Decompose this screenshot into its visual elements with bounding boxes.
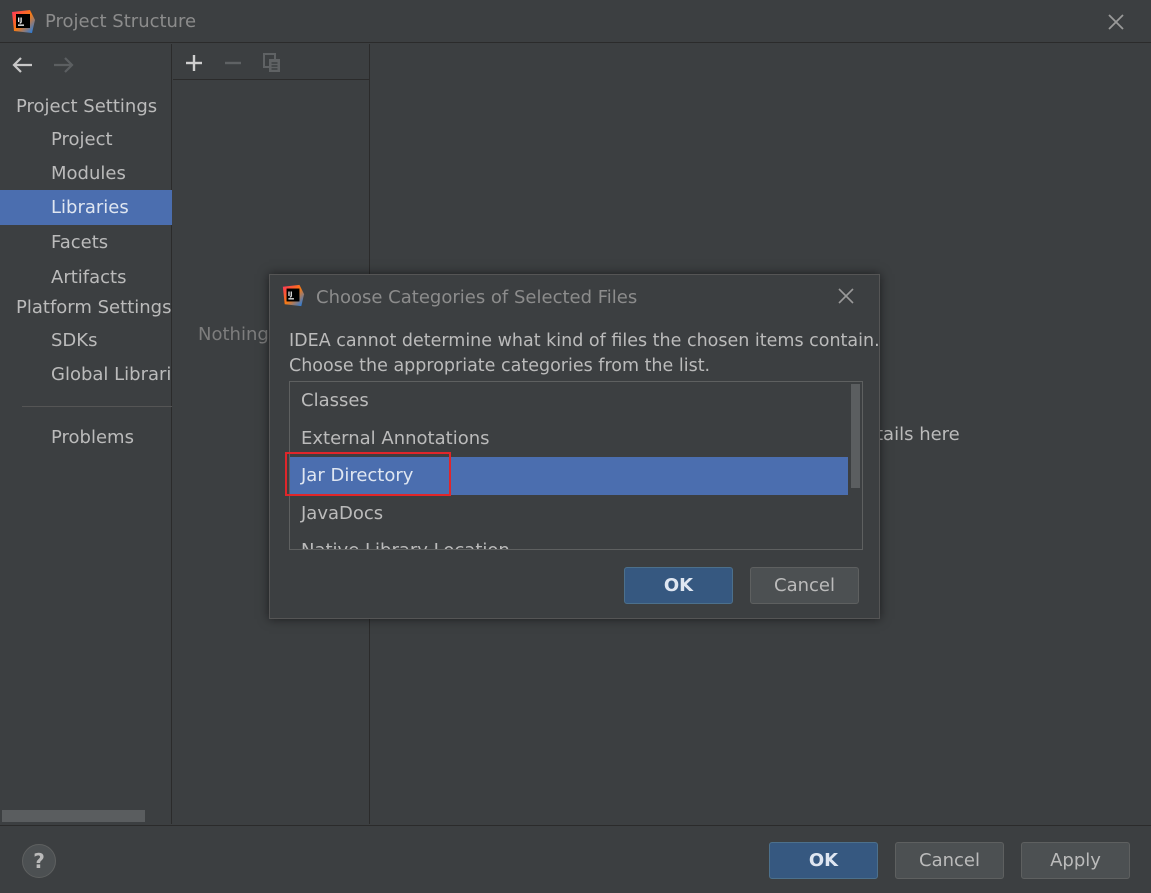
window-title: Project Structure — [45, 11, 197, 32]
scrollbar-thumb[interactable] — [851, 384, 860, 488]
intellij-logo-icon: IJ — [12, 10, 35, 33]
platform-settings-header: Platform Settings — [16, 297, 172, 318]
plus-icon[interactable] — [183, 52, 205, 74]
dialog-message-line2: Choose the appropriate categories from t… — [289, 356, 711, 376]
cancel-button[interactable]: Cancel — [895, 842, 1004, 879]
arrow-right-icon[interactable] — [50, 54, 76, 76]
empty-list-text: Nothing — [198, 324, 269, 345]
footer: ? OK Cancel Apply — [0, 825, 1151, 893]
sidebar: Project Settings Project Modules Librari… — [0, 44, 172, 824]
dialog-ok-button[interactable]: OK — [624, 567, 733, 604]
list-item-classes[interactable]: Classes — [290, 382, 848, 420]
svg-text:IJ: IJ — [288, 291, 292, 298]
list-vertical-scrollbar[interactable] — [849, 382, 862, 549]
sidebar-item-libraries[interactable]: Libraries — [0, 190, 172, 225]
sidebar-item-modules[interactable]: Modules — [0, 156, 172, 191]
sidebar-horizontal-scrollbar[interactable] — [2, 810, 145, 822]
list-item-javadocs[interactable]: JavaDocs — [290, 495, 848, 533]
copy-icon[interactable] — [261, 52, 283, 74]
sidebar-item-project[interactable]: Project — [0, 122, 172, 157]
apply-button[interactable]: Apply — [1021, 842, 1130, 879]
dialog-cancel-button[interactable]: Cancel — [750, 567, 859, 604]
dialog-message-line1: IDEA cannot determine what kind of files… — [289, 331, 880, 351]
sidebar-item-global-libraries[interactable]: Global Librarie — [0, 357, 172, 392]
sidebar-item-facets[interactable]: Facets — [0, 225, 172, 260]
choose-categories-dialog: IJ Choose Categories of Selected Files I… — [269, 274, 880, 619]
sidebar-item-problems[interactable]: Problems — [0, 420, 172, 455]
list-item-jar-directory[interactable]: Jar Directory — [290, 457, 848, 495]
sidebar-item-sdks[interactable]: SDKs — [0, 323, 172, 358]
close-icon[interactable] — [835, 285, 857, 307]
intellij-logo-icon: IJ — [282, 284, 305, 307]
dialog-title: Choose Categories of Selected Files — [316, 287, 638, 308]
arrow-left-icon[interactable] — [10, 54, 36, 76]
sidebar-divider — [22, 406, 172, 407]
close-icon[interactable] — [1103, 9, 1129, 35]
minus-icon[interactable] — [222, 52, 244, 74]
help-button[interactable]: ? — [22, 844, 56, 878]
title-bar: IJ Project Structure — [0, 0, 1151, 43]
svg-text:IJ: IJ — [18, 16, 23, 24]
ok-button[interactable]: OK — [769, 842, 878, 879]
categories-list[interactable]: Classes External Annotations Jar Directo… — [289, 381, 863, 550]
sidebar-item-artifacts[interactable]: Artifacts — [0, 260, 172, 295]
list-toolbar — [173, 44, 370, 80]
list-item-external-annotations[interactable]: External Annotations — [290, 420, 848, 458]
project-settings-header: Project Settings — [16, 96, 158, 117]
list-item-native-library-location[interactable]: Native Library Location — [290, 532, 848, 549]
